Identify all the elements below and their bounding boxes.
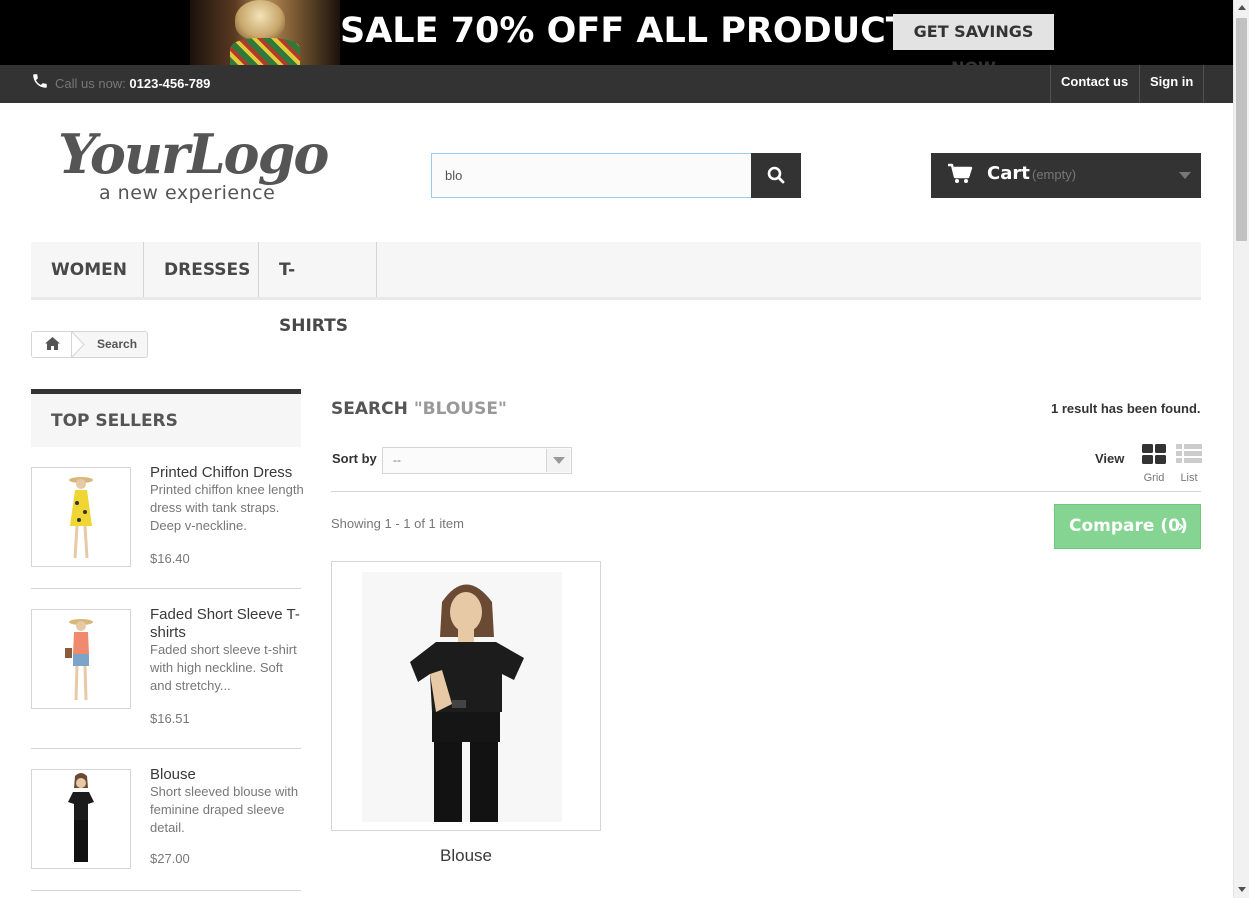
chevron-down-icon: [546, 449, 570, 472]
divider: [331, 491, 1201, 492]
showing-count: Showing 1 - 1 of 1 item: [331, 516, 464, 531]
top-seller-name[interactable]: Blouse: [150, 766, 305, 784]
breadcrumb-home[interactable]: [32, 332, 72, 357]
chevron-right-icon: ›: [1177, 516, 1185, 537]
top-seller-desc: Printed chiffon knee length dress with t…: [150, 482, 304, 533]
sort-label: Sort by: [332, 451, 377, 466]
cart-icon: [948, 163, 973, 183]
search-term: "BLOUSE": [413, 399, 507, 419]
top-seller-price: $16.51: [150, 711, 190, 726]
menu-item-women[interactable]: WOMEN: [31, 242, 144, 297]
store-logo[interactable]: YourLogo a new experience: [56, 122, 346, 212]
banner-model-image: [190, 0, 340, 65]
phone-icon: [33, 74, 47, 88]
top-seller-item: Blouse Short sleeved blouse with feminin…: [31, 766, 301, 891]
results-count: 1 result has been found.: [1051, 401, 1201, 416]
cart-button[interactable]: Cart (empty): [931, 153, 1201, 198]
scroll-up-icon[interactable]: [1238, 5, 1246, 10]
compare-button[interactable]: Compare (0) ›: [1054, 504, 1201, 549]
top-seller-name[interactable]: Printed Chiffon Dress: [150, 464, 305, 482]
breadcrumb-separator: [72, 332, 85, 357]
sort-select[interactable]: --: [382, 447, 572, 474]
top-seller-item: Printed Chiffon Dress Printed chiffon kn…: [31, 464, 304, 589]
cart-status: (empty): [1032, 167, 1077, 182]
list-view-button[interactable]: List: [1176, 444, 1202, 484]
phone-number: 0123-456-789: [129, 76, 211, 91]
banner-text: SALE 70% OFF ALL PRODUCTS: [340, 11, 935, 51]
scrollbar-thumb[interactable]: [1236, 18, 1247, 241]
product-image[interactable]: [331, 561, 601, 831]
list-icon: [1176, 444, 1202, 463]
grid-view-button[interactable]: Grid: [1142, 444, 1166, 484]
search-button[interactable]: [751, 153, 801, 198]
get-savings-button[interactable]: GET SAVINGS NOW: [893, 14, 1054, 65]
top-bar: Call us now: 0123-456-789 Contact us Sig…: [0, 65, 1233, 103]
product-thumbnail[interactable]: [31, 769, 131, 869]
call-us-text: Call us now: 0123-456-789: [55, 76, 211, 91]
page-title: SEARCH "BLOUSE": [331, 399, 507, 419]
product-thumbnail[interactable]: [31, 609, 131, 709]
menu-item-dresses[interactable]: DRESSES: [144, 242, 259, 297]
contact-us-link[interactable]: Contact us: [1050, 65, 1138, 103]
top-seller-desc: Short sleeved blouse with feminine drape…: [150, 784, 299, 835]
page-scrollbar[interactable]: [1233, 0, 1249, 898]
breadcrumb-current: Search: [97, 337, 138, 351]
main-menu: WOMEN DRESSES T-SHIRTS: [31, 242, 1201, 336]
product-name[interactable]: Blouse: [331, 846, 601, 866]
grid-icon: [1142, 444, 1166, 464]
search-input[interactable]: [431, 153, 752, 198]
cart-label: Cart: [987, 163, 1030, 184]
top-seller-item: Faded Short Sleeve T-shirts Faded short …: [31, 606, 301, 749]
top-sellers-title: TOP SELLERS: [31, 389, 301, 447]
sign-in-link[interactable]: Sign in: [1139, 65, 1205, 103]
search-icon: [767, 166, 785, 184]
product-thumbnail[interactable]: [31, 467, 131, 567]
menu-item-tshirts[interactable]: T-SHIRTS: [259, 242, 377, 336]
scroll-down-icon[interactable]: [1238, 887, 1246, 892]
chevron-down-icon: [1179, 172, 1191, 179]
view-label: View: [1095, 451, 1125, 466]
promo-banner[interactable]: SALE 70% OFF ALL PRODUCTS GET SAVINGS NO…: [0, 0, 1233, 65]
top-seller-price: $16.40: [150, 551, 190, 566]
top-seller-name[interactable]: Faded Short Sleeve T-shirts: [150, 606, 305, 642]
breadcrumb: Search: [31, 331, 148, 358]
top-seller-desc: Faded short sleeve t-shirt with high nec…: [150, 642, 297, 693]
home-icon: [45, 337, 60, 350]
top-seller-price: $27.00: [150, 851, 190, 866]
